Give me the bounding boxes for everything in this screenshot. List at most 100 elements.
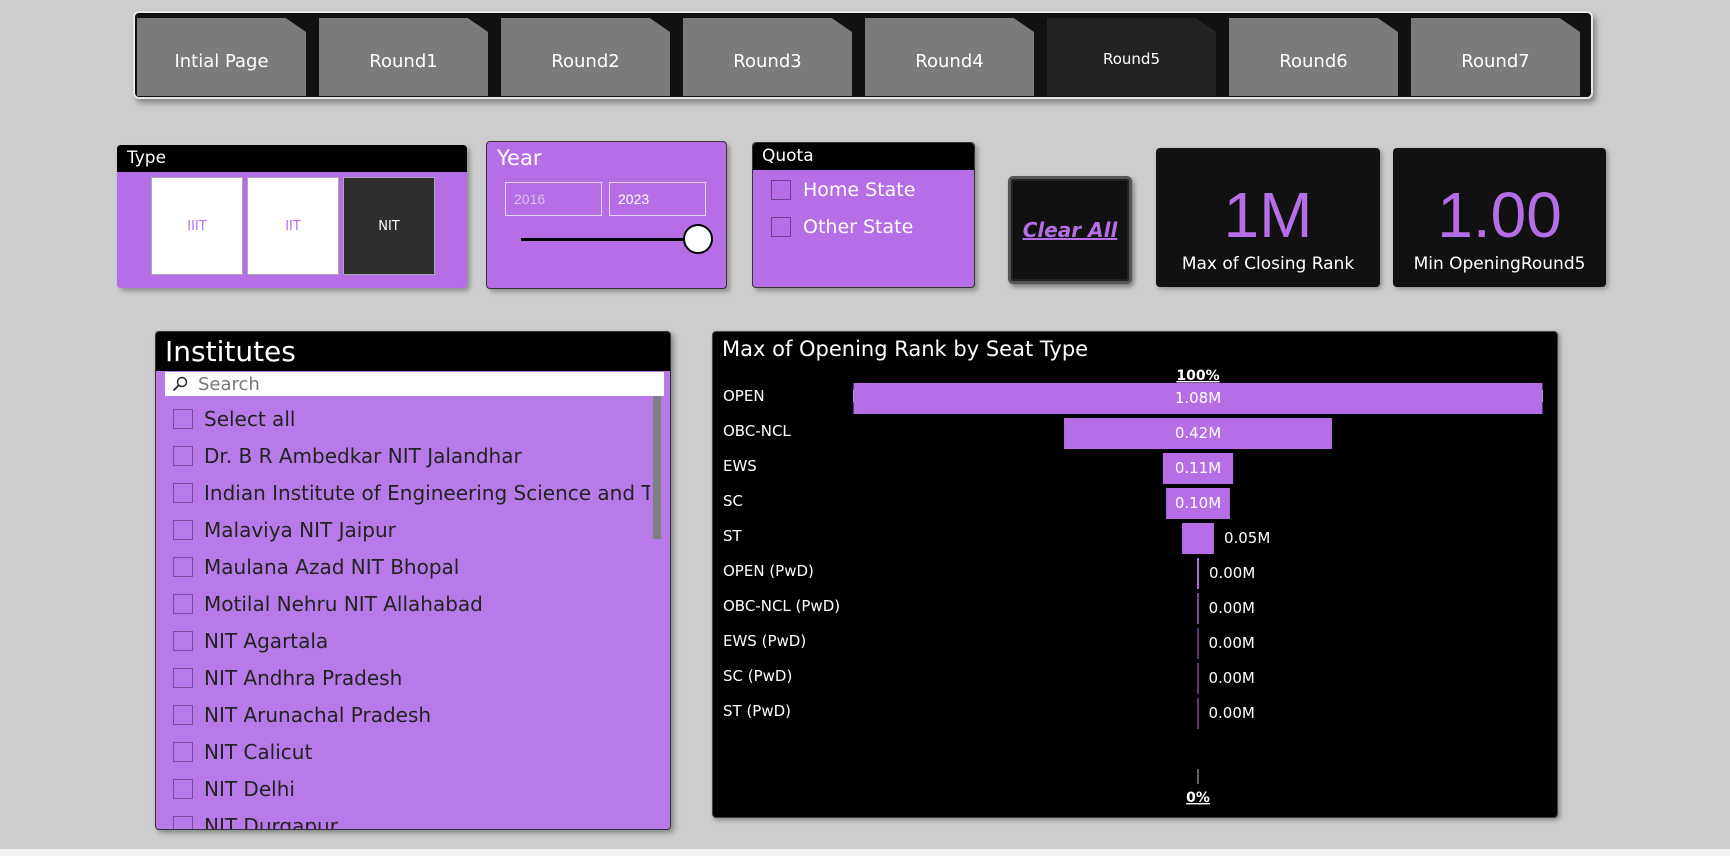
data-label: 0.00M: [1209, 704, 1255, 722]
data-label: 0.00M: [1209, 634, 1255, 652]
institute-label: Malaviya NIT Jaipur: [204, 517, 396, 542]
category-label: OPEN (PwD): [723, 562, 814, 580]
tab-round5[interactable]: Round5: [1047, 18, 1216, 96]
year-to-input[interactable]: [609, 182, 706, 216]
quota-option-home-state[interactable]: Home State: [771, 179, 915, 201]
data-label: 0.42M: [1175, 424, 1221, 442]
institute-label: Maulana Azad NIT Bhopal: [204, 554, 460, 579]
card-value: 1.00: [1437, 179, 1562, 251]
year-slicer: Year: [486, 141, 727, 289]
data-label: 0.00M: [1209, 564, 1255, 582]
category-label: ST (PwD): [723, 702, 791, 720]
institutes-slicer: Institutes Search Select all Dr. B R Ambe…: [155, 331, 671, 830]
funnel-bar: [1197, 663, 1199, 694]
institute-label: NIT Delhi: [204, 776, 295, 801]
checkbox[interactable]: [173, 741, 193, 762]
tab-round6[interactable]: Round6: [1229, 18, 1398, 96]
tab-round7[interactable]: Round7: [1411, 18, 1580, 96]
checkbox[interactable]: [173, 667, 193, 688]
institute-item[interactable]: NIT Durgapur: [173, 807, 650, 830]
card-label: Min OpeningRound5: [1413, 254, 1586, 274]
clear-all-button[interactable]: Clear All: [1008, 176, 1132, 284]
institute-item[interactable]: Motilal Nehru NIT Allahabad: [173, 585, 650, 622]
category-label: OPEN: [723, 387, 765, 405]
top-percent-label: 100%: [1176, 368, 1219, 384]
category-label: OBC-NCL (PwD): [723, 597, 840, 615]
institute-item[interactable]: Malaviya NIT Jaipur: [173, 511, 650, 548]
type-slicer-title: Type: [117, 145, 467, 172]
type-option-iiit[interactable]: IIIT: [151, 177, 243, 275]
checkbox[interactable]: [173, 519, 193, 540]
institute-item[interactable]: NIT Delhi: [173, 770, 650, 807]
select-all-item[interactable]: Select all: [173, 400, 650, 437]
institutes-scrollbar[interactable]: [653, 396, 661, 539]
status-strip: [0, 849, 1730, 856]
category-label: SC: [723, 492, 743, 510]
quota-slicer-title: Quota: [753, 143, 974, 170]
institutes-title: Institutes: [156, 332, 670, 371]
year-from-input[interactable]: [505, 182, 602, 216]
checkbox[interactable]: [173, 815, 193, 829]
checkbox[interactable]: [173, 630, 193, 651]
tab-intial-page[interactable]: Intial Page: [137, 18, 306, 96]
checkbox[interactable]: [173, 593, 193, 614]
opening-rank-funnel-chart: Max of Opening Rank by Seat Type 100% OPE…: [712, 331, 1558, 818]
data-label: 0.10M: [1175, 494, 1221, 512]
round-navigation-bar: Intial Page Round1 Round2 Round3 Round4 Round…: [133, 11, 1593, 99]
tab-round2[interactable]: Round2: [501, 18, 670, 96]
year-slider-track[interactable]: [521, 238, 701, 241]
checkbox[interactable]: [173, 408, 193, 429]
funnel-bar: [1197, 698, 1199, 729]
institute-label: NIT Arunachal Pradesh: [204, 702, 432, 727]
max-closing-rank-card: 1M Max of Closing Rank: [1156, 148, 1380, 287]
institute-item[interactable]: NIT Andhra Pradesh: [173, 659, 650, 696]
institute-item[interactable]: Dr. B R Ambedkar NIT Jalandhar: [173, 437, 650, 474]
search-icon: [172, 376, 188, 392]
institute-item[interactable]: NIT Calicut: [173, 733, 650, 770]
funnel-bar: [1197, 593, 1199, 624]
type-slicer: Type IIIT IIT NIT: [117, 145, 467, 288]
quota-option-other-state[interactable]: Other State: [771, 216, 913, 238]
institute-label: NIT Durgapur: [204, 813, 338, 830]
data-label: 0.00M: [1209, 599, 1255, 617]
category-label: OBC-NCL: [723, 422, 791, 440]
institutes-list: Select all Dr. B R Ambedkar NIT Jalandhar…: [173, 400, 650, 830]
search-placeholder: Search: [198, 373, 260, 395]
bottom-percent-label: 0%: [1186, 790, 1210, 806]
tab-round3[interactable]: Round3: [683, 18, 852, 96]
funnel-bar: [1197, 628, 1199, 659]
year-slider-handle[interactable]: [683, 224, 713, 254]
institute-item[interactable]: NIT Agartala: [173, 622, 650, 659]
card-label: Max of Closing Rank: [1181, 254, 1355, 274]
checkbox[interactable]: [173, 556, 193, 577]
institute-label: Indian Institute of Engineering Science …: [204, 480, 650, 505]
institute-label: NIT Agartala: [204, 628, 329, 653]
tab-round4[interactable]: Round4: [865, 18, 1034, 96]
quota-slicer: Quota Home State Other State: [752, 142, 975, 288]
institute-item[interactable]: Indian Institute of Engineering Science …: [173, 474, 650, 511]
institute-label: Dr. B R Ambedkar NIT Jalandhar: [204, 443, 522, 468]
category-label: SC (PwD): [723, 667, 792, 685]
institute-label: Motilal Nehru NIT Allahabad: [204, 591, 483, 616]
checkbox[interactable]: [173, 704, 193, 725]
type-option-nit[interactable]: NIT: [343, 177, 435, 275]
category-label: ST: [723, 527, 743, 545]
tab-round1[interactable]: Round1: [319, 18, 488, 96]
card-value: 1M: [1223, 179, 1313, 251]
checkbox[interactable]: [771, 180, 791, 200]
institutes-search[interactable]: Search: [165, 372, 664, 396]
checkbox[interactable]: [771, 217, 791, 237]
data-label: 0.05M: [1224, 529, 1270, 547]
type-option-iit[interactable]: IIT: [247, 177, 339, 275]
institute-item[interactable]: NIT Arunachal Pradesh: [173, 696, 650, 733]
checkbox[interactable]: [173, 778, 193, 799]
data-label: 0.11M: [1175, 459, 1221, 477]
min-opening-round5-card: 1.00 Min OpeningRound5: [1393, 148, 1606, 287]
checkbox[interactable]: [173, 445, 193, 466]
institute-item[interactable]: Maulana Azad NIT Bhopal: [173, 548, 650, 585]
year-slicer-title: Year: [497, 146, 542, 170]
checkbox[interactable]: [173, 482, 193, 503]
funnel-bar: [1197, 558, 1199, 589]
data-label: 1.08M: [1175, 389, 1221, 407]
quota-option-label: Other State: [803, 216, 914, 238]
